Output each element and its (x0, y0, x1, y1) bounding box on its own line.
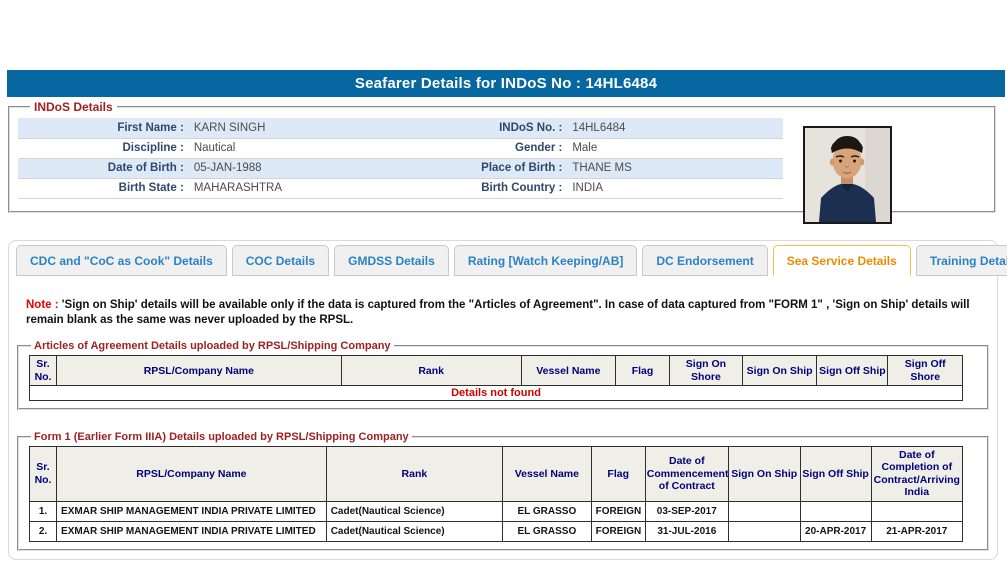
tab-gmdss-details[interactable]: GMDSS Details (334, 245, 449, 276)
column-header: Sr. No. (28, 355, 58, 387)
tab-strip: CDC and "CoC as Cook" Details COC Details… (9, 241, 1007, 276)
column-header: Sign On Ship (741, 355, 818, 387)
table-header-row: Sr. No. RPSL/Company Name Rank Vessel Name F… (28, 355, 964, 387)
articles-table: Sr. No. RPSL/Company Name Rank Vessel Name F… (28, 355, 964, 402)
field-value: 05-JAN-1988 (190, 158, 421, 179)
seafarer-photo-image (805, 128, 890, 222)
field-value: KARN SINGH (190, 118, 421, 139)
column-header: Sign Off Ship (816, 355, 889, 387)
articles-legend: Articles of Agreement Details uploaded b… (34, 340, 391, 353)
column-header: Sr. No. (28, 446, 58, 502)
indos-details-table: First Name : KARN SINGH INDoS No. :14HL648… (18, 118, 783, 199)
note: Note : 'Sign on Ship' details will be av… (26, 298, 980, 328)
indos-row: Birth State : MAHARASHTRA Birth Country :I… (18, 178, 783, 199)
field-value: 14HL6484 (569, 118, 783, 139)
table-cell: Cadet(Nautical Science) (325, 500, 504, 522)
field-label: Birth State : (18, 178, 191, 199)
table-cell (870, 500, 964, 522)
table-cell: 03-SEP-2017 (644, 500, 729, 522)
indos-row: First Name : KARN SINGH INDoS No. :14HL648… (18, 118, 783, 139)
column-header: Sign On Shore (669, 355, 743, 387)
table-cell: FOREIGN (590, 520, 646, 542)
column-header: Vessel Name (502, 446, 592, 502)
table-cell: FOREIGN (590, 500, 646, 522)
indos-details-legend: INDoS Details (34, 100, 113, 114)
table-cell: EL GRASSO (502, 500, 592, 522)
note-prefix: Note : (26, 299, 59, 311)
indos-details-fieldset: INDoS Details First Name : KARN SINGH INDo… (8, 100, 996, 224)
table-header-row: Sr. No. RPSL/Company Name Rank Vessel Name F… (28, 446, 964, 502)
tab-cdc-and-coc-as-cook-details[interactable]: CDC and "CoC as Cook" Details (16, 245, 227, 276)
column-header: RPSL/Company Name (56, 355, 342, 387)
note-text: 'Sign on Ship' details will be available… (26, 299, 970, 327)
field-label: First Name : (18, 118, 191, 139)
column-header: Date of Commencement of Contract (644, 446, 729, 502)
indos-row: Date of Birth :05-JAN-1988 Place of Birth… (18, 158, 783, 179)
field-label: Place of Birth : (420, 158, 570, 179)
empty-row: Details not found (28, 385, 964, 402)
table-row: 2. EXMAR SHIP MANAGEMENT INDIA PRIVATE LI… (28, 520, 964, 542)
field-label: Birth Country : (420, 178, 570, 199)
column-header: Sign Off Ship (799, 446, 872, 502)
seafarer-photo (803, 126, 892, 224)
column-header: Rank (325, 446, 504, 502)
form1-fieldset: Form 1 (Earlier Form IIIA) Details uploa… (17, 431, 989, 551)
field-label: Date of Birth : (18, 158, 191, 179)
indos-row: Discipline : Nautical Gender : Male (18, 138, 783, 159)
table-cell: EXMAR SHIP MANAGEMENT INDIA PRIVATE LIMI… (56, 520, 327, 542)
table-cell (727, 500, 801, 522)
sea-service-panel: CDC and "CoC as Cook" Details COC Details… (8, 240, 1007, 560)
column-header: Flag (590, 446, 646, 502)
table-row: 1. EXMAR SHIP MANAGEMENT INDIA PRIVATE LI… (28, 500, 964, 522)
table-cell: 31-JUL-2016 (644, 520, 729, 542)
table-cell: EL GRASSO (502, 520, 592, 542)
field-label: Discipline : (18, 138, 191, 159)
table-cell (727, 520, 801, 542)
table-cell: 2. (28, 520, 58, 542)
tab-dc-endorsement[interactable]: DC Endorsement (642, 245, 768, 276)
details-not-found-message: Details not found (28, 385, 964, 402)
field-value: MAHARASHTRA (190, 178, 421, 199)
tab-coc-details[interactable]: COC Details (231, 245, 330, 276)
field-label: Gender : (420, 138, 570, 159)
field-value: THANE MS (569, 158, 783, 179)
field-value: INDIA (569, 178, 783, 199)
column-header: Sign Off Shore (887, 355, 964, 387)
table-cell: 20-APR-2017 (799, 520, 872, 542)
articles-of-agreement-fieldset: Articles of Agreement Details uploaded b… (17, 340, 989, 411)
table-cell: 21-APR-2017 (870, 520, 964, 542)
table-cell: 1. (28, 500, 58, 522)
field-value: Male (569, 138, 783, 159)
column-header: Rank (340, 355, 522, 387)
column-header: Flag (614, 355, 671, 387)
field-value: Nautical (190, 138, 421, 159)
tab-sea-service-details[interactable]: Sea Service Details (772, 245, 911, 276)
column-header: Sign On Ship (727, 446, 801, 502)
table-cell: EXMAR SHIP MANAGEMENT INDIA PRIVATE LIMI… (56, 500, 327, 522)
column-header: Vessel Name (520, 355, 616, 387)
table-cell (799, 500, 872, 522)
page-title: Seafarer Details for INDoS No : 14HL6484 (354, 75, 658, 92)
title-bar: Seafarer Details for INDoS No : 14HL6484 (7, 70, 1005, 97)
tab-training-details[interactable]: Training Details (915, 245, 1007, 276)
column-header: Date of Completion of Contract/Arriving … (870, 446, 964, 502)
column-header: RPSL/Company Name (56, 446, 327, 502)
table-cell: Cadet(Nautical Science) (325, 520, 504, 542)
form1-table: Sr. No. RPSL/Company Name Rank Vessel Name F… (28, 446, 964, 542)
form1-legend: Form 1 (Earlier Form IIIA) Details uploa… (34, 431, 409, 444)
tab-rating-watch-keeping-ab[interactable]: Rating [Watch Keeping/AB] (453, 245, 638, 276)
field-label: INDoS No. : (420, 118, 570, 139)
